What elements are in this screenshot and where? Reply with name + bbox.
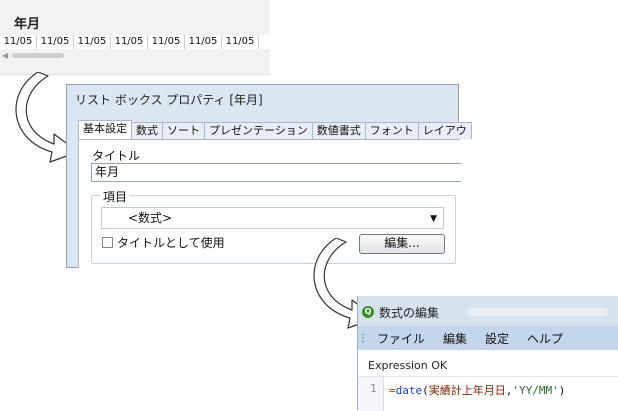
window-title: 数式の編集 xyxy=(379,306,440,320)
listbox-value[interactable]: 11/05 xyxy=(222,35,259,49)
code-paren-close: ) xyxy=(558,384,566,397)
line-number: 1 xyxy=(370,382,377,395)
dialog-title: リスト ボックス プロパティ [年月] xyxy=(75,93,263,107)
menu-edit[interactable]: 編集 xyxy=(443,330,467,347)
line-gutter: 1 xyxy=(358,377,384,411)
use-as-title-label[interactable]: タイトルとして使用 xyxy=(117,234,225,251)
tab-basic[interactable]: 基本設定 xyxy=(78,120,132,139)
listbox-values: 11/05 11/05 11/05 11/05 11/05 11/05 11/0… xyxy=(0,35,270,49)
scroll-thumb[interactable] xyxy=(12,53,64,58)
tab-panel-basic: タイトル 年月 項目 <数式> ▼ タイトルとして使用 編集... xyxy=(78,139,461,268)
tab-sort[interactable]: ソート xyxy=(162,122,205,139)
dropdown-arrow-icon[interactable]: ▼ xyxy=(430,211,437,227)
listbox-value[interactable]: 11/05 xyxy=(37,35,74,49)
code-field: 実績計上年月日 xyxy=(428,384,506,397)
tab-number-format[interactable]: 数値書式 xyxy=(311,122,366,139)
code-paren-open: ( xyxy=(422,384,429,397)
toolbar-grip-icon[interactable]: ⋮ xyxy=(358,333,368,344)
listbox-value[interactable]: 11/05 xyxy=(185,35,222,49)
tab-expression[interactable]: 数式 xyxy=(131,122,163,139)
menu-file[interactable]: ファイル xyxy=(377,330,425,347)
expression-editor-window: Q 数式の編集 ⋮ ファイル 編集 設定 ヘルプ Expression OK 1… xyxy=(357,296,618,411)
blurred-title-text xyxy=(468,308,608,316)
title-input[interactable]: 年月 xyxy=(91,163,461,182)
tab-presentation[interactable]: プレゼンテーション xyxy=(204,122,313,139)
use-as-title-checkbox[interactable] xyxy=(102,237,113,248)
code-line[interactable]: =date(実績計上年月日,'YY/MM') xyxy=(389,382,565,398)
tab-layout[interactable]: レイアウ xyxy=(417,122,472,139)
listbox-scrollbar[interactable]: ◀ xyxy=(0,51,270,60)
field-select[interactable]: <数式> ▼ xyxy=(101,207,444,229)
listbox-value[interactable]: 11/ xyxy=(259,35,270,49)
title-label: タイトル xyxy=(92,149,141,163)
menu-settings[interactable]: 設定 xyxy=(485,330,509,347)
field-group-label: 項目 xyxy=(100,188,131,205)
code-editor[interactable]: 1 =date(実績計上年月日,'YY/MM') xyxy=(358,376,618,411)
code-equals: = xyxy=(389,384,396,397)
expression-status: Expression OK xyxy=(368,359,448,372)
field-select-value: <数式> xyxy=(128,211,173,225)
listbox-value[interactable]: 11/05 xyxy=(74,35,111,49)
properties-dialog: リスト ボックス プロパティ [年月] 基本設定 数式 ソート プレゼンテーショ… xyxy=(66,84,472,268)
tab-font[interactable]: フォント xyxy=(364,122,419,139)
listbox-value[interactable]: 11/05 xyxy=(148,35,185,49)
menu-help[interactable]: ヘルプ xyxy=(527,330,563,347)
listbox-panel: 年月 11/05 11/05 11/05 11/05 11/05 11/05 1… xyxy=(0,0,270,75)
field-group: 項目 <数式> ▼ タイトルとして使用 編集... xyxy=(91,188,456,264)
dialog-tabs: 基本設定 数式 ソート プレゼンテーション 数値書式 フォント レイアウ xyxy=(78,120,472,139)
code-format-string: 'YY/MM' xyxy=(512,384,559,397)
scroll-left-icon[interactable]: ◀ xyxy=(2,51,8,60)
window-titlebar[interactable]: Q 数式の編集 xyxy=(358,296,618,326)
listbox-value[interactable]: 11/05 xyxy=(0,35,37,49)
listbox-title: 年月 xyxy=(14,17,41,32)
menu-bar: ⋮ ファイル 編集 設定 ヘルプ xyxy=(358,326,618,350)
code-function: date xyxy=(395,384,423,397)
app-icon: Q xyxy=(362,306,374,318)
listbox-value[interactable]: 11/05 xyxy=(111,35,148,49)
